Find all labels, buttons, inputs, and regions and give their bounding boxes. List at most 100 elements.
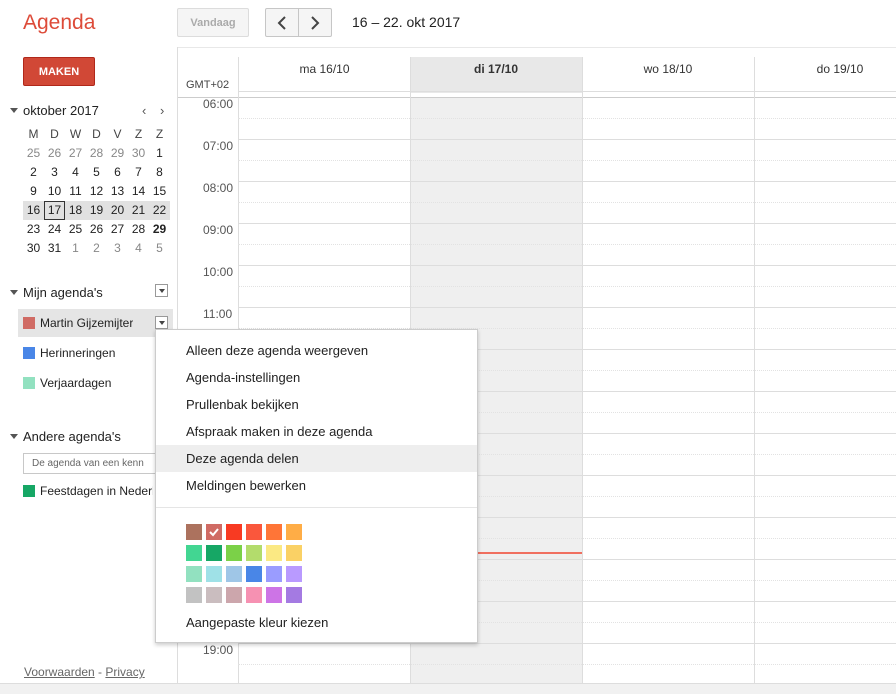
calendar-item-herinneringen[interactable]: Herinneringen [18, 339, 173, 367]
today-button[interactable]: Vandaag [177, 8, 249, 37]
create-button[interactable]: MAKEN [23, 57, 95, 86]
collapse-triangle-icon[interactable] [10, 434, 18, 439]
menu-item-share-calendar[interactable]: Deze agenda delen [156, 445, 477, 472]
mini-day-cell[interactable]: 7 [128, 163, 149, 182]
mini-day-cell[interactable]: 26 [44, 144, 65, 163]
color-swatch[interactable] [266, 524, 282, 540]
mini-day-cell[interactable]: 5 [86, 163, 107, 182]
mini-day-cell[interactable]: 29 [107, 144, 128, 163]
mini-day-cell[interactable]: 20 [107, 201, 128, 220]
color-swatch[interactable] [206, 545, 222, 561]
calendar-item-martin[interactable]: Martin Gijzemijter [18, 309, 173, 337]
color-swatch[interactable] [246, 545, 262, 561]
day-header-wed[interactable]: wo 18/10 [582, 57, 754, 93]
mini-day-cell[interactable]: 17 [44, 201, 65, 220]
mini-day-cell[interactable]: 4 [128, 239, 149, 258]
color-swatch[interactable] [186, 545, 202, 561]
color-swatch[interactable] [246, 587, 262, 603]
mini-day-cell[interactable]: 14 [128, 182, 149, 201]
mini-day-cell[interactable]: 28 [86, 144, 107, 163]
mini-day-cell[interactable]: 30 [128, 144, 149, 163]
mini-day-cell[interactable]: 18 [65, 201, 86, 220]
menu-item-calendar-settings[interactable]: Agenda-instellingen [156, 364, 477, 391]
color-swatch[interactable] [286, 524, 302, 540]
collapse-triangle-icon[interactable] [10, 108, 18, 113]
mini-day-cell[interactable]: 27 [107, 220, 128, 239]
calendar-item-holidays[interactable]: Feestdagen in Nederland [18, 477, 153, 505]
mini-day-cell[interactable]: 29 [149, 220, 170, 239]
color-swatch[interactable] [226, 545, 242, 561]
mini-day-cell[interactable]: 25 [23, 144, 44, 163]
mini-day-cell[interactable]: 28 [128, 220, 149, 239]
color-swatch[interactable] [206, 566, 222, 582]
app-logo[interactable]: Agenda [23, 11, 95, 35]
day-header-tue-today[interactable]: di 17/10 [410, 57, 582, 93]
bottom-scrollbar-area[interactable] [0, 683, 896, 694]
menu-item-create-event[interactable]: Afspraak maken in deze agenda [156, 418, 477, 445]
color-swatch[interactable] [206, 524, 222, 540]
mini-day-cell[interactable]: 2 [86, 239, 107, 258]
mini-day-cell[interactable]: 2 [23, 163, 44, 182]
mini-day-cell[interactable]: 9 [23, 182, 44, 201]
color-swatch[interactable] [266, 545, 282, 561]
mini-day-cell[interactable]: 3 [44, 163, 65, 182]
mini-day-cell[interactable]: 8 [149, 163, 170, 182]
prev-week-button[interactable] [265, 8, 299, 37]
mini-day-cell[interactable]: 19 [86, 201, 107, 220]
day-header-mon[interactable]: ma 16/10 [239, 57, 410, 93]
color-swatch[interactable] [266, 566, 282, 582]
color-swatch[interactable] [286, 545, 302, 561]
terms-link[interactable]: Voorwaarden [24, 665, 95, 679]
color-swatch[interactable] [206, 587, 222, 603]
day-header-thu[interactable]: do 19/10 [754, 57, 896, 93]
mini-calendar-title[interactable]: oktober 2017 [23, 103, 99, 118]
menu-item-show-only-this[interactable]: Alleen deze agenda weergeven [156, 337, 477, 364]
mini-day-cell[interactable]: 27 [65, 144, 86, 163]
mini-day-cell[interactable]: 26 [86, 220, 107, 239]
menu-item-view-trash[interactable]: Prullenbak bekijken [156, 391, 477, 418]
mini-day-cell[interactable]: 24 [44, 220, 65, 239]
mini-day-cell[interactable]: 15 [149, 182, 170, 201]
color-swatch[interactable] [246, 524, 262, 540]
mini-day-cell[interactable]: 31 [44, 239, 65, 258]
next-week-button[interactable] [298, 8, 332, 37]
mini-day-cell[interactable]: 22 [149, 201, 170, 220]
collapse-triangle-icon[interactable] [10, 290, 18, 295]
mini-prev-month-button[interactable]: ‹ [142, 103, 146, 118]
mini-day-cell[interactable]: 12 [86, 182, 107, 201]
calendar-item-verjaardagen[interactable]: Verjaardagen [18, 369, 173, 397]
color-swatch[interactable] [186, 566, 202, 582]
my-calendars-dropdown-button[interactable] [155, 284, 168, 297]
mini-day-cell[interactable]: 1 [149, 144, 170, 163]
mini-day-cell[interactable]: 21 [128, 201, 149, 220]
color-swatch[interactable] [246, 566, 262, 582]
color-swatch[interactable] [286, 566, 302, 582]
mini-day-cell[interactable]: 30 [23, 239, 44, 258]
color-swatch[interactable] [226, 566, 242, 582]
color-swatch[interactable] [266, 587, 282, 603]
color-swatch[interactable] [226, 587, 242, 603]
mini-day-cell[interactable]: 23 [23, 220, 44, 239]
other-calendars-header[interactable]: Andere agenda's [8, 428, 148, 446]
color-swatch[interactable] [186, 524, 202, 540]
color-swatch[interactable] [186, 587, 202, 603]
mini-day-cell[interactable]: 10 [44, 182, 65, 201]
menu-item-custom-color[interactable]: Aangepaste kleur kiezen [156, 609, 477, 636]
privacy-link[interactable]: Privacy [105, 665, 144, 679]
color-swatch[interactable] [286, 587, 302, 603]
calendar-options-dropdown-button[interactable] [155, 316, 168, 329]
mini-day-cell[interactable]: 13 [107, 182, 128, 201]
mini-day-cell[interactable]: 3 [107, 239, 128, 258]
mini-day-cell[interactable]: 1 [65, 239, 86, 258]
add-calendar-search-input[interactable]: De agenda van een kenn [23, 453, 157, 474]
mini-day-cell[interactable]: 5 [149, 239, 170, 258]
mini-day-cell[interactable]: 16 [23, 201, 44, 220]
color-swatch[interactable] [226, 524, 242, 540]
mini-day-cell[interactable]: 6 [107, 163, 128, 182]
mini-next-month-button[interactable]: › [160, 103, 164, 118]
mini-day-cell[interactable]: 11 [65, 182, 86, 201]
mini-day-cell[interactable]: 25 [65, 220, 86, 239]
my-calendars-header[interactable]: Mijn agenda's [8, 284, 174, 302]
mini-day-cell[interactable]: 4 [65, 163, 86, 182]
menu-item-edit-notifications[interactable]: Meldingen bewerken [156, 472, 477, 499]
